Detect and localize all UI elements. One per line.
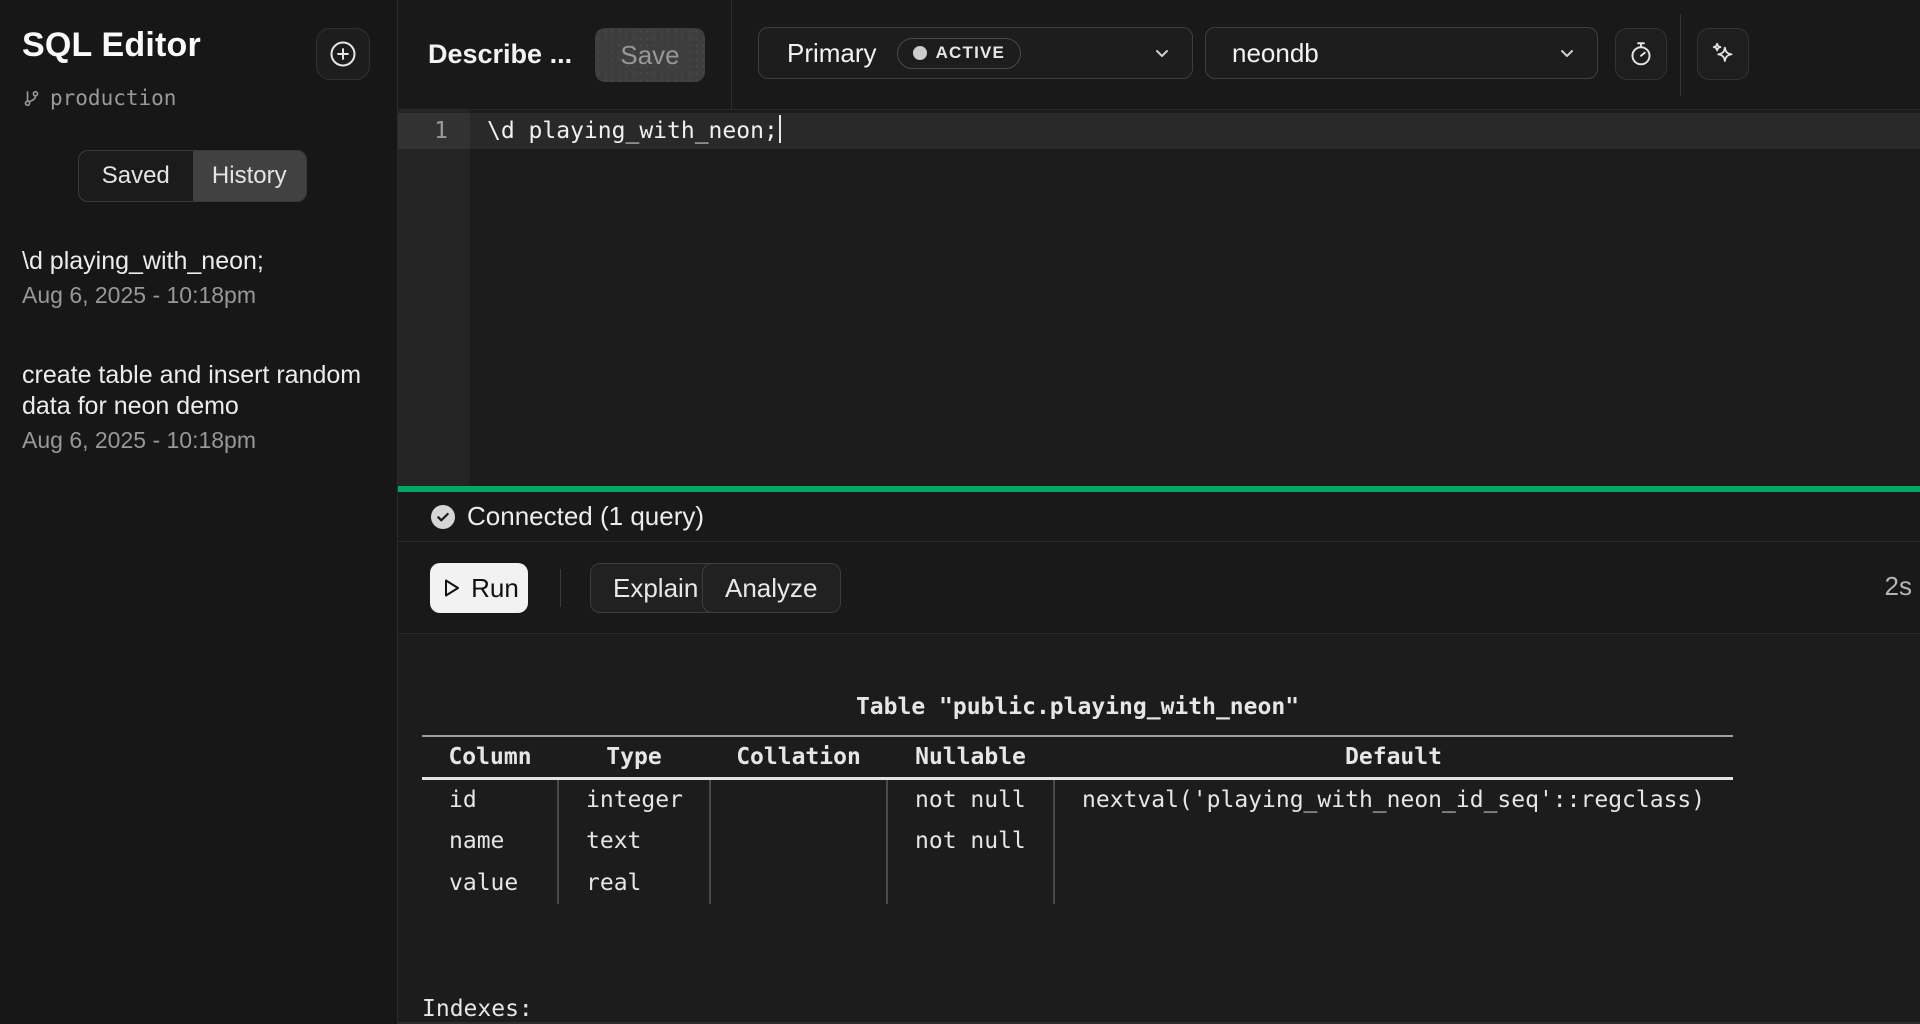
query-tab: Describe ... Save xyxy=(398,0,732,109)
table-cell: name xyxy=(422,820,558,862)
table-cell: id xyxy=(422,778,558,820)
table-row: nametext not null xyxy=(422,820,1733,862)
results-column-header: Collation xyxy=(710,736,887,778)
analyze-button[interactable]: Analyze xyxy=(702,563,841,613)
page-title: SQL Editor xyxy=(22,26,201,65)
table-cell xyxy=(710,778,887,820)
line-number: 1 xyxy=(398,113,448,149)
run-button-label: Run xyxy=(471,573,519,604)
query-toolbar: Run Explain Analyze 2s xyxy=(398,542,1920,634)
sparkles-icon xyxy=(1708,39,1738,69)
git-branch-icon xyxy=(22,89,41,108)
connection-status-text: Connected (1 query) xyxy=(467,501,704,532)
run-button[interactable]: Run xyxy=(430,563,528,613)
chevron-down-icon xyxy=(1150,41,1174,65)
database-selector-value: neondb xyxy=(1232,38,1319,69)
branch-selector-value: Primary xyxy=(787,38,877,69)
tab-saved[interactable]: Saved xyxy=(79,151,193,201)
results-panel: Table "public.playing_with_neon" ColumnT… xyxy=(398,634,1920,1024)
indexes-section: Indexes: "playing_with_neon_pkey" PRIMAR… xyxy=(422,904,1920,1024)
code-editor[interactable]: 1 \d playing_with_neon; xyxy=(398,110,1920,486)
saved-history-toggle: Saved History xyxy=(78,150,307,202)
results-column-header: Column xyxy=(422,736,558,778)
status-badge-label: ACTIVE xyxy=(936,43,1006,63)
history-item[interactable]: create table and insert random data for … xyxy=(22,360,386,454)
status-dot-icon xyxy=(913,46,927,60)
play-icon xyxy=(439,576,463,600)
save-button[interactable]: Save xyxy=(595,28,705,82)
table-cell: text xyxy=(558,820,710,862)
database-selector-dropdown[interactable]: neondb xyxy=(1205,27,1598,79)
query-timer-button[interactable] xyxy=(1615,28,1667,80)
history-item-timestamp: Aug 6, 2025 - 10:18pm xyxy=(22,281,386,309)
history-item-title: \d playing_with_neon; xyxy=(22,246,386,277)
table-cell: not null xyxy=(887,778,1054,820)
results-column-header: Type xyxy=(558,736,710,778)
table-cell xyxy=(1054,820,1733,862)
main-panel: Describe ... Save Primary ACTIVE neondb xyxy=(398,0,1920,1024)
topbar-divider xyxy=(1680,14,1681,96)
history-item-title: create table and insert random data for … xyxy=(22,360,386,422)
query-duration: 2s xyxy=(1885,571,1912,602)
circle-plus-icon xyxy=(328,39,358,69)
indexes-label: Indexes: xyxy=(422,988,1920,1024)
results-column-header: Nullable xyxy=(887,736,1054,778)
toolbar-separator xyxy=(560,569,561,607)
results-table-title: Table "public.playing_with_neon" xyxy=(422,686,1733,728)
text-cursor xyxy=(779,115,781,143)
table-row: valuereal xyxy=(422,862,1733,904)
table-cell: integer xyxy=(558,778,710,820)
branch-name: production xyxy=(50,86,176,110)
query-tab-title: Describe ... xyxy=(428,39,572,70)
table-row: idinteger not nullnextval('playing_with_n… xyxy=(422,778,1733,820)
connection-status-bar: Connected (1 query) xyxy=(398,492,1920,542)
new-query-button[interactable] xyxy=(316,28,370,80)
results-table: ColumnTypeCollationNullableDefault idint… xyxy=(422,735,1733,904)
branch-indicator: production xyxy=(22,86,176,110)
ai-assist-button[interactable] xyxy=(1697,28,1749,80)
top-bar: Describe ... Save Primary ACTIVE neondb xyxy=(398,0,1920,110)
sidebar: SQL Editor production Saved History \d p xyxy=(0,0,398,1024)
stopwatch-icon xyxy=(1627,40,1655,68)
table-cell: not null xyxy=(887,820,1054,862)
check-circle-icon xyxy=(431,505,455,529)
table-cell xyxy=(710,862,887,904)
table-cell: value xyxy=(422,862,558,904)
history-item[interactable]: \d playing_with_neon; Aug 6, 2025 - 10:1… xyxy=(22,246,386,309)
table-cell: real xyxy=(558,862,710,904)
results-column-header: Default xyxy=(1054,736,1733,778)
results-header-row: ColumnTypeCollationNullableDefault xyxy=(422,736,1733,778)
branch-selector-dropdown[interactable]: Primary ACTIVE xyxy=(758,27,1193,79)
chevron-down-icon xyxy=(1555,41,1579,65)
table-cell xyxy=(1054,862,1733,904)
status-badge: ACTIVE xyxy=(897,38,1022,69)
table-cell: nextval('playing_with_neon_id_seq'::regc… xyxy=(1054,778,1733,820)
sql-editor-app: SQL Editor production Saved History \d p xyxy=(0,0,1920,1024)
table-cell xyxy=(887,862,1054,904)
editor-gutter xyxy=(398,110,470,486)
history-item-timestamp: Aug 6, 2025 - 10:18pm xyxy=(22,426,386,454)
code-line[interactable]: \d playing_with_neon; xyxy=(487,113,781,149)
table-cell xyxy=(710,820,887,862)
tab-history[interactable]: History xyxy=(193,151,307,201)
code-text: \d playing_with_neon; xyxy=(487,118,778,144)
